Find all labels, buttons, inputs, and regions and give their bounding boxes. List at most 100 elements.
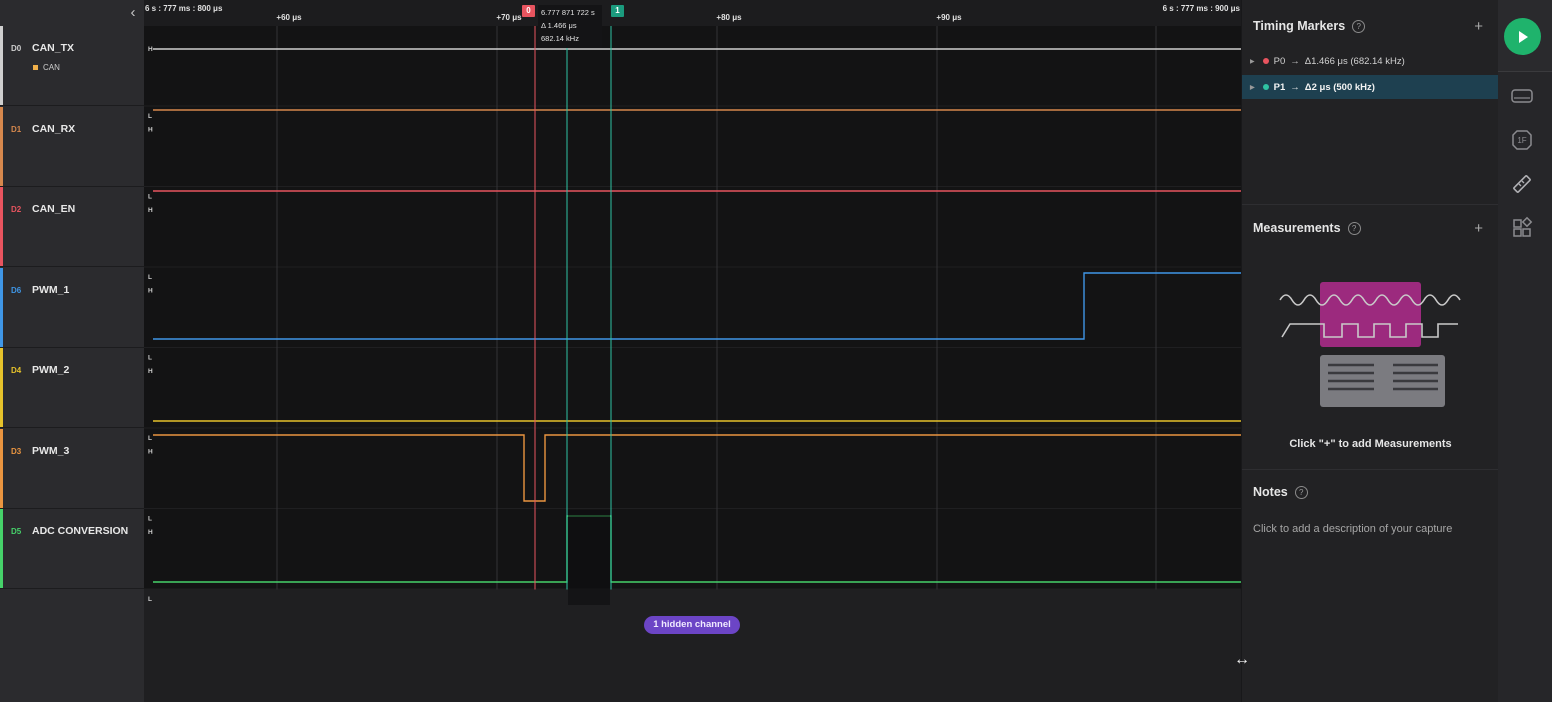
low-level-label: L [148,355,152,362]
timing-marker-row-p1[interactable]: ▶ P1 → Δ2 μs (500 kHz) [1242,75,1499,99]
waveform-canvas[interactable]: HLHLHLHLHLHLHL [144,26,1241,702]
channel-row[interactable]: D6 PWM_1 [0,267,144,348]
channel-number: D5 [11,527,22,536]
low-level-label: L [148,435,152,442]
analyzers-icon[interactable]: 1F [1510,128,1534,152]
channel-row[interactable]: D3 PWM_3 [0,428,144,509]
marker-tooltip: 6.777 871 722 s Δ 1.466 μs 682.14 kHz [538,5,602,48]
marker-value: Δ2 μs (500 kHz) [1304,81,1375,93]
channel-row[interactable]: D0 CAN_TX CAN [0,26,144,106]
low-level-label: L [148,274,152,281]
high-level-label: H [148,449,153,456]
add-timing-marker-button[interactable]: + [1474,18,1483,35]
add-measurement-button[interactable]: + [1474,220,1483,237]
extensions-icon[interactable] [1510,216,1534,240]
marker-name: P0 [1273,55,1286,67]
channel-number: D3 [11,446,22,456]
timing-markers-header: Timing Markers ? [1253,19,1366,33]
high-level-label: H [148,529,153,536]
channel-name[interactable]: PWM_2 [32,364,69,376]
chevron-left-icon[interactable]: ‹ [126,4,140,22]
notes-header: Notes ? [1253,485,1308,499]
low-level-label: L [148,113,152,120]
marker-name: P1 [1273,81,1286,93]
channel-color-bar [0,348,3,427]
notes-title: Notes [1253,485,1288,499]
analyzer-color-icon [33,65,38,70]
channel-number: D6 [11,285,22,295]
ruler-tick-label: +90 μs [936,13,962,22]
section-divider [1242,469,1499,470]
channel-color-bar [0,267,3,347]
channel-name[interactable]: CAN_EN [32,203,75,215]
analyzer-tag[interactable]: CAN [33,63,60,72]
channel-name[interactable]: CAN_TX [32,42,74,54]
svg-text:1F: 1F [1517,136,1526,145]
arrow-right-icon: → [1290,81,1300,93]
channel-row[interactable]: D5 ADC CONVERSION [0,509,144,589]
ruler-tick-label: +60 μs [276,13,302,22]
ruler-start-label: 6 s : 777 ms : 800 μs [145,4,223,13]
channel-number: D2 [11,205,22,214]
expand-arrow-icon[interactable]: ▶ [1250,58,1255,65]
ruler-tick-label: +70 μs [496,13,522,22]
measurements-illustration [1279,282,1461,407]
waveform-view[interactable]: 6 s : 777 ms : 800 μs 6 s : 777 ms : 900… [144,0,1241,702]
channel-lane [144,106,1241,186]
channel-color-bar [0,106,3,186]
high-level-label: H [148,368,153,375]
channel-color-bar [0,187,3,266]
channel-lane [144,348,1241,428]
hidden-channel-button[interactable]: 1 hidden channel [644,616,740,634]
high-level-label: H [148,207,153,214]
marker-dot-icon [1262,58,1269,64]
marker-value: Δ1.466 μs (682.14 kHz) [1304,55,1405,67]
tooltip-time: 6.777 871 722 s [541,8,595,17]
channel-lane [144,509,1241,589]
channel-color-bar [0,26,3,105]
channel-name[interactable]: CAN_RX [32,123,75,135]
help-icon[interactable]: ? [1294,485,1308,499]
channel-number: D1 [11,124,22,134]
channel-row[interactable]: D4 PWM_2 [0,348,144,428]
marker-0-flag[interactable]: 0 [522,5,535,17]
marker-1-flag[interactable]: 1 [611,5,624,17]
right-toolbar: 1F [1498,0,1552,702]
expand-arrow-icon[interactable]: ▶ [1250,84,1255,91]
channel-name[interactable]: ADC CONVERSION [32,525,128,537]
logic-analyzer-app: ‹ D0 CAN_TX CAN D1 CAN_RX D2 CAN_EN D6 PWM_1 D4 PW… [0,0,1552,702]
notes-input[interactable]: Click to add a description of your captu… [1253,523,1452,535]
channel-color-bar [0,428,3,508]
channel-name[interactable]: PWM_3 [32,445,69,457]
section-divider [1242,204,1499,205]
device-icon[interactable] [1510,84,1534,108]
high-level-label: H [148,46,153,53]
channel-color-bar [0,509,3,588]
channel-row[interactable]: D2 CAN_EN [0,187,144,267]
channel-lane [144,428,1241,508]
high-level-label: H [148,127,153,134]
measurements-hint: Click "+" to add Measurements [1289,438,1452,450]
channel-lane [144,187,1241,267]
timing-markers-title: Timing Markers [1253,19,1346,33]
tooltip-delta: Δ 1.466 μs [541,21,577,30]
tooltip-frequency: 682.14 kHz [541,34,579,43]
marker-region [568,510,610,605]
low-level-label: L [148,596,152,603]
time-ruler[interactable]: 6 s : 777 ms : 800 μs 6 s : 777 ms : 900… [144,0,1241,26]
help-icon[interactable]: ? [1347,221,1361,235]
help-icon[interactable]: ? [1352,19,1366,33]
ruler-end-label: 6 s : 777 ms : 900 μs [1162,4,1240,13]
channel-row[interactable]: D1 CAN_RX [0,106,144,187]
channel-name[interactable]: PWM_1 [32,284,69,296]
channel-number: D4 [11,366,22,375]
analyzer-label: CAN [43,63,60,72]
timing-marker-row-p0[interactable]: ▶ P0 → Δ1.466 μs (682.14 kHz) [1242,49,1499,73]
play-button[interactable] [1504,18,1541,55]
resize-horizontal-icon: ↔ [1234,651,1250,668]
toolbar-top [1498,0,1552,72]
ruler-icon[interactable] [1510,172,1534,196]
channel-list: ‹ D0 CAN_TX CAN D1 CAN_RX D2 CAN_EN D6 PWM_1 D4 PW… [0,0,144,702]
side-panel: Timing Markers ? + ▶ P0 → Δ1.466 μs (682… [1241,0,1499,702]
channel-lane [144,26,1241,106]
